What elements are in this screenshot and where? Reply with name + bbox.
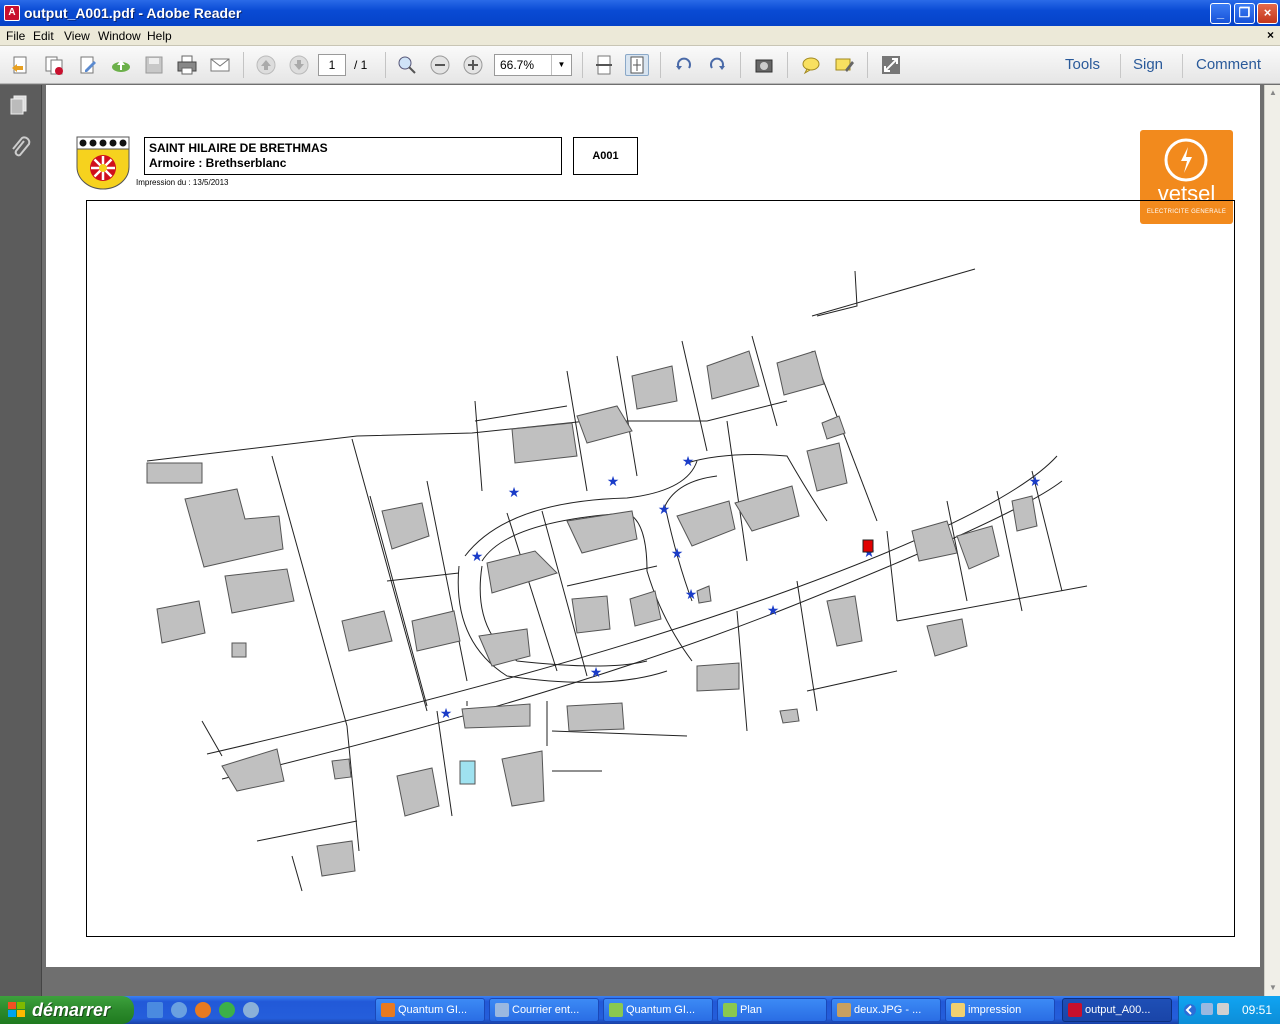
coat-of-arms-logo — [76, 136, 130, 190]
lightning-bolt-icon — [1164, 138, 1208, 182]
fit-page-icon[interactable] — [625, 54, 649, 76]
svg-text:★: ★ — [682, 454, 695, 470]
quicklaunch-app-icon[interactable] — [243, 1002, 259, 1018]
svg-text:★: ★ — [658, 502, 671, 518]
email-icon[interactable] — [208, 54, 232, 76]
scroll-mode-icon[interactable] — [592, 54, 616, 76]
svg-text:★: ★ — [471, 549, 484, 565]
svg-text:★: ★ — [671, 546, 684, 562]
window-title: output_A001.pdf - Adobe Reader — [24, 5, 242, 21]
print-icon[interactable] — [175, 54, 199, 76]
windows-flag-icon — [8, 1002, 25, 1017]
armoire-name: Armoire : Brethserblanc — [149, 156, 287, 170]
scroll-up-icon[interactable]: ▲ — [1265, 85, 1280, 101]
image-viewer-icon — [837, 1003, 851, 1017]
zoom-in-icon[interactable] — [461, 54, 485, 76]
chevron-left-icon[interactable] — [1183, 1002, 1197, 1018]
marquee-zoom-icon[interactable] — [395, 54, 419, 76]
pdf-page: SAINT HILAIRE DE BRETHMAS Armoire : Bret… — [46, 85, 1260, 967]
upload-cloud-icon[interactable] — [109, 54, 133, 76]
show-desktop-icon[interactable] — [147, 1002, 163, 1018]
combine-files-icon[interactable] — [42, 54, 66, 76]
firefox-icon — [381, 1003, 395, 1017]
volume-icon[interactable] — [1217, 1003, 1229, 1015]
print-date: Impression du : 13/5/2013 — [136, 178, 229, 187]
minimize-button[interactable]: _ — [1210, 3, 1231, 24]
cadastral-map: ★ ★ ★ ★ ★ ★ ★ ★ ★ ★ ★ ★ — [86, 200, 1235, 937]
qgis-icon — [723, 1003, 737, 1017]
save-icon[interactable] — [142, 54, 166, 76]
page-number-input[interactable] — [318, 54, 346, 76]
scroll-down-icon[interactable]: ▼ — [1265, 980, 1280, 996]
zoom-out-icon[interactable] — [428, 54, 452, 76]
rotate-counterclockwise-icon[interactable] — [672, 54, 696, 76]
network-icon[interactable] — [1201, 1003, 1213, 1015]
chrome-icon[interactable] — [219, 1002, 235, 1018]
window-titlebar: A output_A001.pdf - Adobe Reader _ ❐ × — [0, 0, 1280, 26]
navigation-panel — [0, 85, 42, 996]
edit-pdf-icon[interactable] — [76, 54, 100, 76]
menu-edit[interactable]: Edit — [33, 29, 54, 43]
chevron-down-icon[interactable]: ▼ — [551, 55, 571, 75]
read-mode-expand-icon[interactable] — [879, 54, 903, 76]
map-canvas: ★★★ ★★★ ★★★ ★★★ — [146, 268, 1088, 892]
internet-explorer-icon[interactable] — [171, 1002, 187, 1018]
clock: 09:51 — [1241, 1003, 1272, 1017]
zoom-level-select[interactable]: ▼ — [494, 54, 572, 76]
header-title-box: SAINT HILAIRE DE BRETHMAS Armoire : Bret… — [144, 137, 562, 175]
svg-text:★: ★ — [1029, 474, 1042, 490]
taskbar-item-plan[interactable]: Plan — [717, 998, 827, 1022]
sign-pane-button[interactable]: Sign — [1133, 56, 1163, 73]
maximize-button[interactable]: ❐ — [1234, 3, 1255, 24]
rotate-clockwise-icon[interactable] — [705, 54, 729, 76]
snapshot-camera-icon[interactable] — [752, 54, 776, 76]
commune-name: SAINT HILAIRE DE BRETHMAS — [149, 141, 328, 155]
page-total: / 1 — [354, 58, 368, 72]
previous-page-icon[interactable] — [254, 54, 278, 76]
taskbar-item-output-pdf[interactable]: output_A00... — [1062, 998, 1172, 1022]
mail-icon — [495, 1003, 509, 1017]
page-thumbnails-icon[interactable] — [8, 93, 32, 117]
highlight-text-icon[interactable] — [832, 54, 856, 76]
taskbar-item-quantum-gis-2[interactable]: Quantum GI... — [603, 998, 713, 1022]
vertical-scrollbar[interactable]: ▲ ▼ — [1264, 85, 1280, 996]
electrical-cabinet-marker — [862, 539, 874, 553]
system-tray: 09:51 — [1178, 996, 1280, 1024]
firefox-icon[interactable] — [195, 1002, 211, 1018]
menu-help[interactable]: Help — [147, 29, 172, 43]
taskbar-item-courrier[interactable]: Courrier ent... — [489, 998, 599, 1022]
comment-pane-button[interactable]: Comment — [1196, 56, 1261, 73]
svg-text:★: ★ — [590, 665, 603, 681]
tools-pane-button[interactable]: Tools — [1065, 56, 1100, 73]
menu-file[interactable]: File — [6, 29, 25, 43]
sticky-note-icon[interactable] — [799, 54, 823, 76]
svg-text:★: ★ — [440, 706, 453, 722]
taskbar-item-quantum-gis-1[interactable]: Quantum GI... — [375, 998, 485, 1022]
svg-text:★: ★ — [767, 603, 780, 619]
document-close-icon[interactable]: × — [1267, 28, 1274, 42]
zoom-level-input[interactable] — [495, 55, 551, 75]
create-pdf-icon[interactable] — [9, 54, 33, 76]
adobe-reader-icon — [1068, 1003, 1082, 1017]
start-label: démarrer — [32, 1000, 111, 1020]
close-button[interactable]: × — [1257, 3, 1278, 24]
windows-taskbar: démarrer Quantum GI... Courrier ent... Q… — [0, 996, 1280, 1024]
main-toolbar: / 1 ▼ Tools Sign Comment — [0, 46, 1280, 84]
attachments-paperclip-icon[interactable] — [8, 135, 32, 159]
next-page-icon[interactable] — [287, 54, 311, 76]
start-button[interactable]: démarrer — [0, 996, 134, 1024]
menu-window[interactable]: Window — [98, 29, 141, 43]
svg-text:★: ★ — [508, 485, 521, 501]
svg-text:★: ★ — [685, 587, 698, 603]
svg-text:★: ★ — [607, 474, 620, 490]
taskbar-item-deux-jpg[interactable]: deux.JPG - ... — [831, 998, 941, 1022]
document-code: A001 — [573, 137, 638, 175]
adobe-reader-icon: A — [4, 5, 20, 21]
menu-view[interactable]: View — [64, 29, 90, 43]
folder-icon — [951, 1003, 965, 1017]
taskbar-item-impression[interactable]: impression — [945, 998, 1055, 1022]
menu-bar: File Edit View Window Help × — [0, 26, 1280, 46]
qgis-icon — [609, 1003, 623, 1017]
